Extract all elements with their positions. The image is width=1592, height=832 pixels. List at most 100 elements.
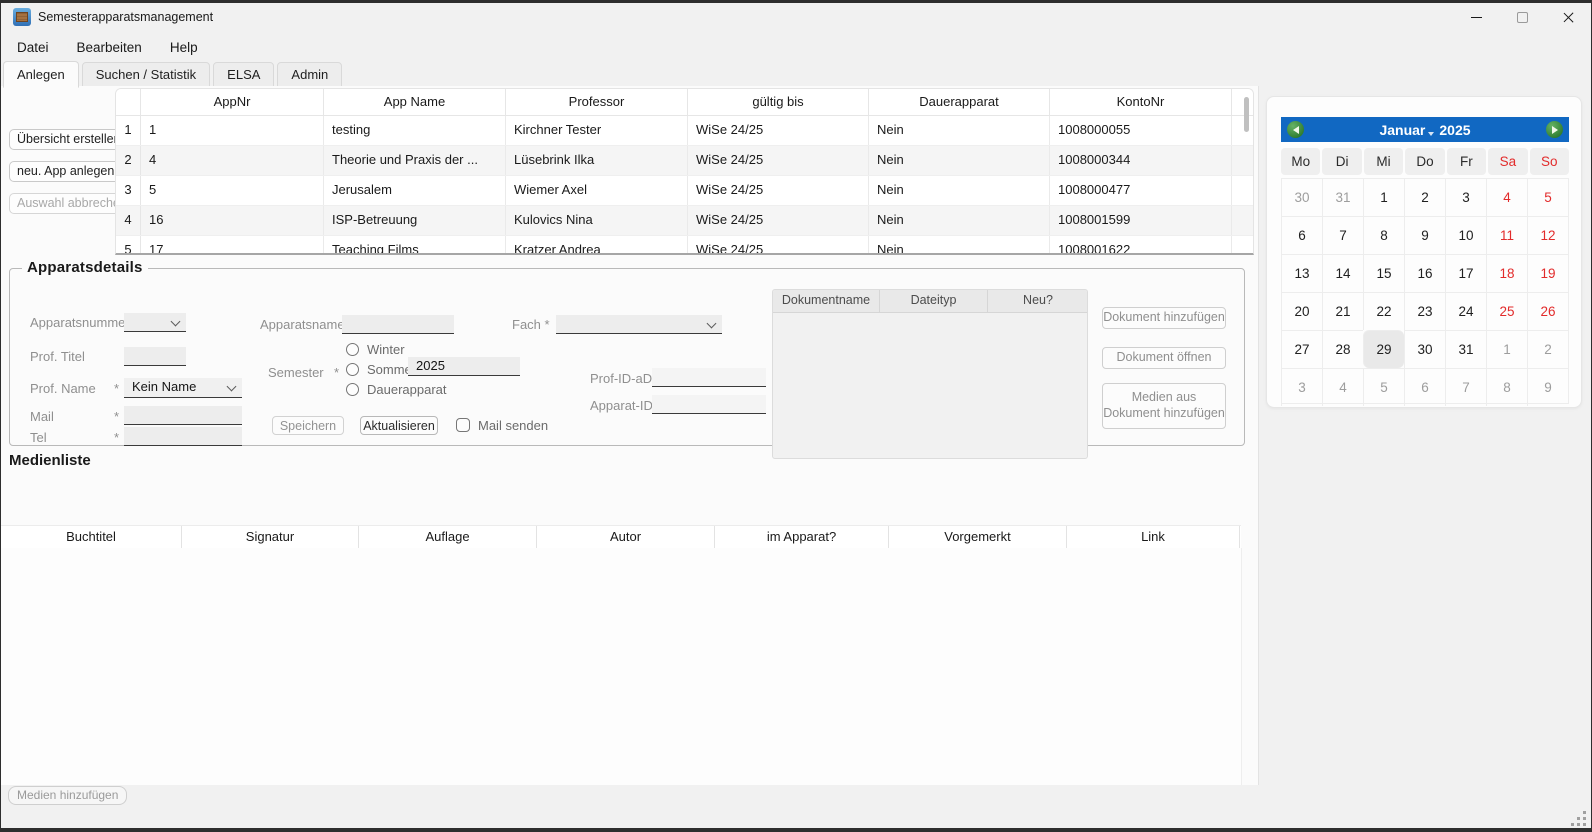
calendar-day[interactable]: 5	[1527, 178, 1568, 216]
prof-name-dropdown[interactable]: Kein Name	[124, 378, 242, 398]
calendar-day[interactable]: 28	[1322, 330, 1363, 368]
übersicht-erstellen-button[interactable]: Übersicht erstellen	[9, 129, 129, 150]
apparatsnummer-dropdown[interactable]	[124, 313, 186, 332]
ml-column-header-buchtitel[interactable]: Buchtitel	[1, 526, 182, 548]
medien-aus-dokument-hinzufügen-button[interactable]: Medien aus Dokument hinzufügen	[1102, 383, 1226, 429]
calendar-day[interactable]: 8	[1363, 216, 1404, 254]
calendar-month[interactable]: Januar	[1379, 122, 1425, 138]
mail-senden-checkbox[interactable]	[456, 418, 470, 432]
calendar-day[interactable]: 10	[1445, 216, 1486, 254]
doc-column-header-dokumentname[interactable]: Dokumentname	[773, 290, 880, 312]
calendar-day[interactable]: 27	[1281, 330, 1322, 368]
minimize-button[interactable]	[1453, 3, 1499, 32]
column-header-app-name[interactable]: App Name	[324, 89, 506, 115]
apparatsname-input[interactable]	[342, 315, 454, 334]
table-row[interactable]: 11testingKirchner TesterWiSe 24/25Nein10…	[116, 116, 1253, 146]
vertical-scrollbar[interactable]	[1244, 91, 1250, 251]
calendar-day[interactable]: 14	[1322, 254, 1363, 292]
menu-datei[interactable]: Datei	[15, 38, 51, 57]
calendar-day[interactable]: 18	[1486, 254, 1527, 292]
tab-suchen-statistik[interactable]: Suchen / Statistik	[82, 62, 210, 88]
ml-column-header-signatur[interactable]: Signatur	[182, 526, 359, 548]
calendar-day[interactable]: 1	[1363, 178, 1404, 216]
ml-column-header-vorgemerkt[interactable]: Vorgemerkt	[889, 526, 1067, 548]
calendar-day[interactable]: 2	[1527, 330, 1568, 368]
radio-option-winter[interactable]: Winter	[346, 339, 447, 359]
tel-input[interactable]	[124, 427, 242, 446]
doc-column-header-neu?[interactable]: Neu?	[988, 290, 1088, 312]
calendar-day[interactable]: 9	[1404, 216, 1445, 254]
column-header-appnr[interactable]: AppNr	[141, 89, 324, 115]
calendar-day[interactable]: 3	[1281, 368, 1322, 406]
calendar-day[interactable]: 8	[1486, 368, 1527, 406]
mail-input[interactable]	[124, 406, 242, 425]
calendar-day[interactable]: 3	[1445, 178, 1486, 216]
calendar-day[interactable]: 24	[1445, 292, 1486, 330]
table-row[interactable]: 517Teaching FilmsKratzer AndreaWiSe 24/2…	[116, 236, 1253, 255]
calendar-day[interactable]: 16	[1404, 254, 1445, 292]
medien-hinzufuegen-button[interactable]: Medien hinzufügen	[8, 786, 127, 805]
calendar-day[interactable]: 22	[1363, 292, 1404, 330]
ml-column-header-auflage[interactable]: Auflage	[359, 526, 537, 548]
calendar-day[interactable]: 23	[1404, 292, 1445, 330]
table-row[interactable]: 416ISP-BetreuungKulovics NinaWiSe 24/25N…	[116, 206, 1253, 236]
calendar-day[interactable]: 21	[1322, 292, 1363, 330]
calendar-day[interactable]: 11	[1486, 216, 1527, 254]
calendar-day[interactable]: 2	[1404, 178, 1445, 216]
speichern-button[interactable]: Speichern	[272, 416, 344, 435]
fach-dropdown[interactable]	[556, 315, 722, 334]
calendar-day[interactable]: 12	[1527, 216, 1568, 254]
aktualisieren-button[interactable]: Aktualisieren	[360, 416, 438, 435]
ml-column-header-link[interactable]: Link	[1067, 526, 1240, 548]
tab-admin[interactable]: Admin	[277, 62, 342, 88]
calendar-day[interactable]: 20	[1281, 292, 1322, 330]
maximize-button[interactable]	[1499, 3, 1545, 32]
dokument-hinzufügen-button[interactable]: Dokument hinzufügen	[1102, 307, 1226, 329]
column-header-dauerapparat[interactable]: Dauerapparat	[869, 89, 1050, 115]
prof-id-input[interactable]	[652, 368, 766, 387]
doc-column-header-dateityp[interactable]: Dateityp	[880, 290, 988, 312]
calendar-day[interactable]: 15	[1363, 254, 1404, 292]
dokument-öffnen-button[interactable]: Dokument öffnen	[1102, 347, 1226, 369]
previous-month-button[interactable]	[1287, 121, 1304, 138]
calendar-day-today[interactable]: 29	[1363, 330, 1404, 368]
calendar-day[interactable]: 30	[1281, 178, 1322, 216]
ml-column-header-im-apparat?[interactable]: im Apparat?	[715, 526, 889, 548]
column-header-gültig-bis[interactable]: gültig bis	[688, 89, 869, 115]
calendar-day[interactable]: 26	[1527, 292, 1568, 330]
calendar-day[interactable]: 1	[1486, 330, 1527, 368]
calendar-day[interactable]: 5	[1363, 368, 1404, 406]
tab-elsa[interactable]: ELSA	[213, 62, 274, 88]
table-row[interactable]: 24Theorie und Praxis der ...Lüsebrink Il…	[116, 146, 1253, 176]
calendar-day[interactable]: 30	[1404, 330, 1445, 368]
calendar-day[interactable]: 6	[1404, 368, 1445, 406]
calendar-day[interactable]: 19	[1527, 254, 1568, 292]
calendar-day[interactable]: 7	[1445, 368, 1486, 406]
scrollbar-thumb[interactable]	[1244, 97, 1249, 132]
calendar-day[interactable]: 13	[1281, 254, 1322, 292]
calendar-day[interactable]: 4	[1322, 368, 1363, 406]
calendar-day[interactable]: 31	[1322, 178, 1363, 216]
prof-titel-input[interactable]	[124, 347, 186, 366]
ml-column-header-autor[interactable]: Autor	[537, 526, 715, 548]
next-month-button[interactable]	[1546, 121, 1563, 138]
calendar-year[interactable]: 2025	[1439, 122, 1470, 138]
resize-grip[interactable]	[1566, 806, 1586, 826]
calendar-day[interactable]: 7	[1322, 216, 1363, 254]
calendar-day[interactable]: 9	[1527, 368, 1568, 406]
calendar-day[interactable]: 17	[1445, 254, 1486, 292]
column-header-kontonr[interactable]: KontoNr	[1050, 89, 1232, 115]
calendar-day[interactable]: 6	[1281, 216, 1322, 254]
tab-anlegen[interactable]: Anlegen	[3, 61, 79, 88]
apparat-id-input[interactable]	[652, 395, 766, 414]
radio-option-dauerapparat[interactable]: Dauerapparat	[346, 379, 447, 399]
close-button[interactable]	[1545, 3, 1591, 32]
calendar-day[interactable]: 4	[1486, 178, 1527, 216]
column-header-professor[interactable]: Professor	[506, 89, 688, 115]
neu-app-anlegen-button[interactable]: neu. App anlegen	[9, 161, 122, 182]
jahr-input[interactable]: 2025	[408, 357, 520, 376]
menu-bearbeiten[interactable]: Bearbeiten	[75, 38, 144, 57]
table-row[interactable]: 35JerusalemWiemer AxelWiSe 24/25Nein1008…	[116, 176, 1253, 206]
calendar-day[interactable]: 25	[1486, 292, 1527, 330]
calendar-day[interactable]: 31	[1445, 330, 1486, 368]
